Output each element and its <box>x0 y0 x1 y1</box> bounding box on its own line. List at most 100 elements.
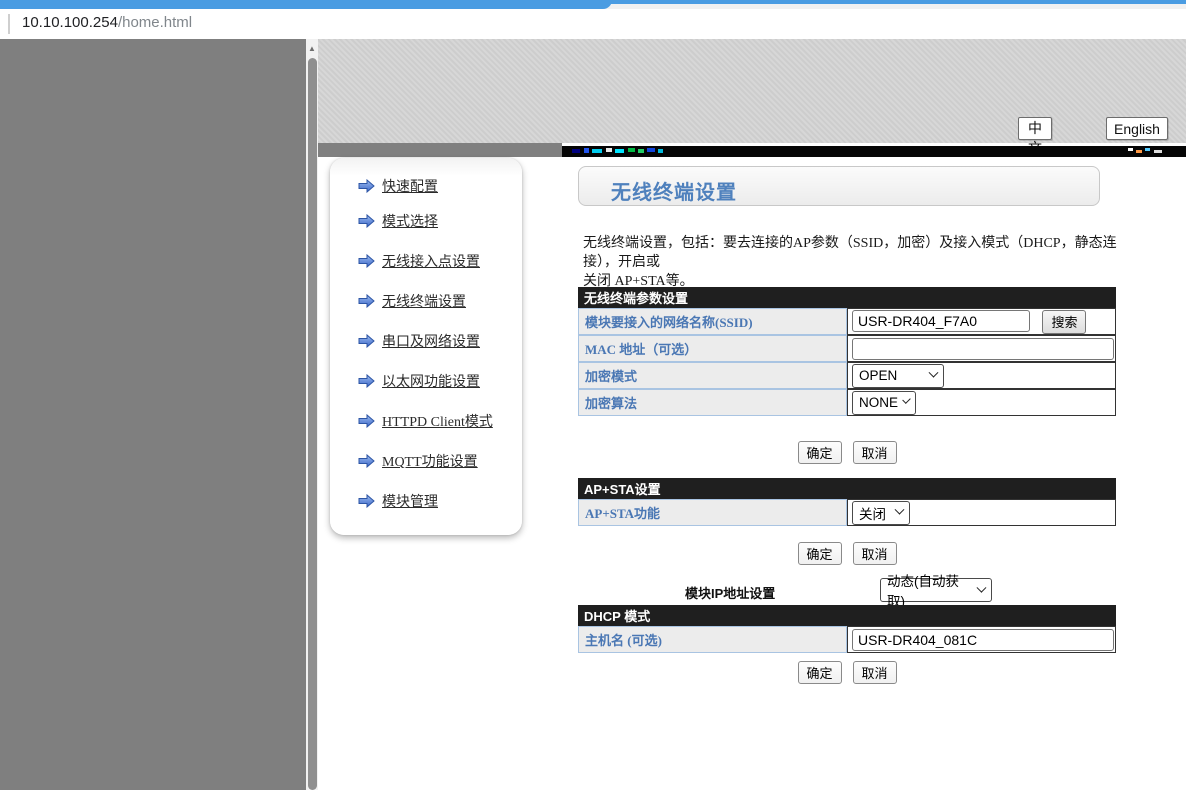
sidebar-item-label: HTTPD Client模式 <box>382 411 493 431</box>
confirm-button[interactable]: 确定 <box>798 542 842 565</box>
table-header: DHCP 模式 <box>578 605 1116 626</box>
mac-input[interactable] <box>852 338 1114 360</box>
page: 10.10.100.254/home.html ▲ 中文 English 快速配… <box>0 0 1186 790</box>
sidebar-item-mqtt-settings[interactable]: MQTT功能设置 <box>358 452 478 470</box>
cancel-button[interactable]: 取消 <box>853 661 897 684</box>
sidebar-item-httpd-client[interactable]: HTTPD Client模式 <box>358 412 493 430</box>
sidebar-item-label: 无线接入点设置 <box>382 251 480 271</box>
url-path: /home.html <box>118 14 192 31</box>
sidebar-item-uart-settings[interactable]: 串口及网络设置 <box>358 332 480 350</box>
chevron-down-icon <box>895 505 905 515</box>
vertical-scrollbar[interactable]: ▲ <box>306 39 318 790</box>
chinese-language-button[interactable]: 中文 <box>1018 117 1052 140</box>
encryption-mode-label: 加密模式 <box>578 362 847 389</box>
module-ip-setting-label: 模块IP地址设置 <box>685 583 775 602</box>
ssid-input[interactable] <box>852 310 1030 332</box>
glitch-pixel <box>1145 148 1150 151</box>
glitch-pixel <box>1154 150 1162 153</box>
page-title-panel: 无线终端设置 <box>578 166 1100 206</box>
glitch-pixel <box>584 148 589 153</box>
browser-tab[interactable] <box>0 0 612 9</box>
sidebar-item-ethernet-settings[interactable]: 以太网功能设置 <box>358 372 480 390</box>
banner-gray-band <box>318 143 562 157</box>
glitch-pixel <box>647 148 655 152</box>
glitch-pixel <box>592 149 602 153</box>
banner-black-band <box>562 146 1186 157</box>
sidebar-item-label: 以太网功能设置 <box>382 371 480 391</box>
arrow-right-icon <box>358 294 375 308</box>
confirm-button[interactable]: 确定 <box>798 661 842 684</box>
table-row: 加密算法 NONE <box>578 389 1116 416</box>
arrow-right-icon <box>358 374 375 388</box>
selected-value: 关闭 <box>859 503 886 523</box>
sta-params-table: 无线终端参数设置 模块要接入的网络名称(SSID) 搜索 MAC 地址（可选） … <box>578 287 1116 416</box>
glitch-pixel <box>638 149 644 153</box>
sidebar-item-label: 模式选择 <box>382 211 438 231</box>
cancel-button[interactable]: 取消 <box>853 441 897 464</box>
glitch-pixel <box>628 148 635 152</box>
table-row: MAC 地址（可选） <box>578 335 1116 362</box>
arrow-right-icon <box>358 179 375 193</box>
sta-params-buttons: 确定 取消 <box>578 441 1116 464</box>
table-row: AP+STA功能 关闭 <box>578 499 1116 526</box>
sidebar-item-label: 快速配置 <box>382 176 438 196</box>
scrollbar-thumb[interactable] <box>308 58 317 790</box>
selected-value: OPEN <box>859 368 897 383</box>
page-title: 无线终端设置 <box>611 176 737 205</box>
hostname-input[interactable] <box>852 629 1114 651</box>
address-bar[interactable]: 10.10.100.254/home.html <box>0 9 1186 39</box>
english-language-button[interactable]: English <box>1106 117 1168 140</box>
confirm-button[interactable]: 确定 <box>798 441 842 464</box>
glitch-pixel <box>615 149 624 153</box>
mac-label: MAC 地址（可选） <box>578 335 847 362</box>
sidebar-item-quick-config[interactable]: 快速配置 <box>358 177 438 195</box>
apsta-function-label: AP+STA功能 <box>578 499 847 526</box>
dhcp-buttons: 确定 取消 <box>578 661 1116 684</box>
address-bar-divider <box>8 14 10 34</box>
ssid-label: 模块要接入的网络名称(SSID) <box>578 308 847 335</box>
chevron-down-icon <box>977 582 987 592</box>
glitch-pixel <box>1136 150 1142 153</box>
sidebar-item-label: MQTT功能设置 <box>382 451 478 471</box>
browser-titlebar <box>0 0 1186 9</box>
table-header: AP+STA设置 <box>578 478 1116 499</box>
encryption-algorithm-select[interactable]: NONE <box>852 391 916 415</box>
sidebar-nav-panel: 快速配置 模式选择 无线接入点设置 无线终端设置 串口及网络设置 以太网功能设置… <box>330 158 522 535</box>
sidebar-item-label: 串口及网络设置 <box>382 331 480 351</box>
dhcp-table: DHCP 模式 主机名 (可选) <box>578 605 1116 653</box>
glitch-pixel <box>606 148 612 152</box>
cancel-button[interactable]: 取消 <box>853 542 897 565</box>
arrow-right-icon <box>358 414 375 428</box>
apsta-table: AP+STA设置 AP+STA功能 关闭 <box>578 478 1116 526</box>
encryption-mode-select[interactable]: OPEN <box>852 364 944 388</box>
url-text[interactable]: 10.10.100.254/home.html <box>22 14 192 31</box>
glitch-pixel <box>1128 148 1133 151</box>
arrow-right-icon <box>358 214 375 228</box>
selected-value: 动态(自动获取) <box>887 570 972 610</box>
apsta-buttons: 确定 取消 <box>578 542 1116 565</box>
arrow-right-icon <box>358 454 375 468</box>
sidebar-item-sta-settings[interactable]: 无线终端设置 <box>358 292 466 310</box>
arrow-right-icon <box>358 254 375 268</box>
arrow-right-icon <box>358 334 375 348</box>
encryption-algorithm-label: 加密算法 <box>578 389 847 416</box>
sidebar-item-ap-settings[interactable]: 无线接入点设置 <box>358 252 480 270</box>
scrollbar-up-arrow-icon[interactable]: ▲ <box>306 43 318 55</box>
sidebar-item-module-management[interactable]: 模块管理 <box>358 492 438 510</box>
description-line-1: 无线终端设置，包括：要去连接的AP参数（SSID，加密）及接入模式（DHCP，静… <box>583 234 1123 272</box>
header-banner <box>318 39 1186 143</box>
search-button[interactable]: 搜索 <box>1042 310 1086 334</box>
module-ip-mode-select[interactable]: 动态(自动获取) <box>880 578 992 602</box>
chevron-down-icon <box>902 395 910 403</box>
table-row: 加密模式 OPEN <box>578 362 1116 389</box>
glitch-pixel <box>658 149 663 153</box>
sidebar-item-label: 无线终端设置 <box>382 291 466 311</box>
page-description: 无线终端设置，包括：要去连接的AP参数（SSID，加密）及接入模式（DHCP，静… <box>583 234 1123 291</box>
apsta-function-select[interactable]: 关闭 <box>852 501 910 525</box>
sidebar-item-label: 模块管理 <box>382 491 438 511</box>
hostname-label: 主机名 (可选) <box>578 626 847 653</box>
left-empty-frame <box>0 39 306 790</box>
sidebar-item-mode-select[interactable]: 模式选择 <box>358 212 438 230</box>
selected-value: NONE <box>859 395 898 410</box>
table-row: 模块要接入的网络名称(SSID) 搜索 <box>578 308 1116 335</box>
